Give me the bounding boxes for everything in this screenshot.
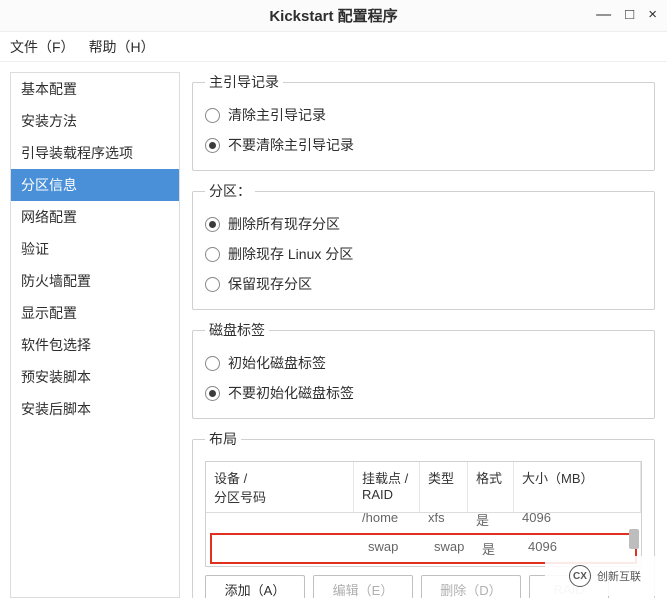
legend-disklabel: 磁盘标签 bbox=[205, 320, 269, 340]
legend-partition: 分区： bbox=[205, 181, 255, 201]
titlebar: Kickstart 配置程序 — □ × bbox=[0, 0, 667, 32]
radio-icon bbox=[205, 138, 220, 153]
col-size[interactable]: 大小（MB） bbox=[514, 462, 641, 512]
radio-part-dellinux[interactable]: 删除现存 Linux 分区 bbox=[205, 239, 642, 269]
menubar: 文件（F） 帮助（H） bbox=[0, 32, 667, 62]
col-mountpoint[interactable]: 挂载点 / RAID bbox=[354, 462, 420, 512]
cell-type: xfs bbox=[420, 513, 468, 533]
radio-icon bbox=[205, 108, 220, 123]
main: 基本配置 安装方法 引导装载程序选项 分区信息 网络配置 验证 防火墙配置 显示… bbox=[0, 62, 667, 598]
sidebar-item-partition[interactable]: 分区信息 bbox=[11, 169, 179, 201]
partition-table: 设备 / 分区号码 挂载点 / RAID 类型 格式 大小（MB） /home … bbox=[205, 461, 642, 567]
menu-file[interactable]: 文件（F） bbox=[10, 37, 75, 57]
close-icon[interactable]: × bbox=[648, 6, 657, 23]
radio-label: 不要清除主引导记录 bbox=[228, 135, 354, 155]
table-row[interactable]: /home xfs 是 4096 bbox=[206, 513, 641, 533]
radio-part-delall[interactable]: 删除所有现存分区 bbox=[205, 209, 642, 239]
sidebar-item-postscript[interactable]: 安装后脚本 bbox=[11, 393, 179, 425]
radio-dl-keep[interactable]: 不要初始化磁盘标签 bbox=[205, 378, 642, 408]
group-mbr: 主引导记录 清除主引导记录 不要清除主引导记录 bbox=[192, 72, 655, 171]
legend-mbr: 主引导记录 bbox=[205, 72, 283, 92]
delete-button[interactable]: 删除（D） bbox=[421, 575, 521, 598]
radio-icon bbox=[205, 356, 220, 371]
cell-size: 4096 bbox=[514, 513, 559, 533]
col-device[interactable]: 设备 / 分区号码 bbox=[206, 462, 354, 512]
radio-label: 不要初始化磁盘标签 bbox=[228, 383, 354, 403]
table-header: 设备 / 分区号码 挂载点 / RAID 类型 格式 大小（MB） bbox=[206, 462, 641, 513]
scrollbar-thumb-icon[interactable] bbox=[629, 529, 639, 549]
radio-label: 清除主引导记录 bbox=[228, 105, 326, 125]
radio-icon bbox=[205, 217, 220, 232]
group-disklabel: 磁盘标签 初始化磁盘标签 不要初始化磁盘标签 bbox=[192, 320, 655, 419]
sidebar-item-bootloader[interactable]: 引导装载程序选项 bbox=[11, 137, 179, 169]
cell-fmt: 是 bbox=[468, 513, 514, 533]
sidebar-item-install[interactable]: 安装方法 bbox=[11, 105, 179, 137]
radio-icon bbox=[205, 386, 220, 401]
cell-mount: /home bbox=[354, 513, 420, 533]
radio-part-keep[interactable]: 保留现存分区 bbox=[205, 269, 642, 299]
maximize-icon[interactable]: □ bbox=[625, 6, 634, 23]
cell-mount: swap bbox=[360, 535, 426, 562]
sidebar-item-firewall[interactable]: 防火墙配置 bbox=[11, 265, 179, 297]
col-format[interactable]: 格式 bbox=[468, 462, 514, 512]
radio-mbr-keep[interactable]: 不要清除主引导记录 bbox=[205, 130, 642, 160]
minimize-icon[interactable]: — bbox=[596, 6, 611, 23]
sidebar-item-basic[interactable]: 基本配置 bbox=[11, 73, 179, 105]
sidebar-item-auth[interactable]: 验证 bbox=[11, 233, 179, 265]
group-partition: 分区： 删除所有现存分区 删除现存 Linux 分区 保留现存分区 bbox=[192, 181, 655, 310]
add-button[interactable]: 添加（A） bbox=[205, 575, 305, 598]
col-type[interactable]: 类型 bbox=[420, 462, 468, 512]
legend-layout: 布局 bbox=[205, 429, 241, 449]
radio-label: 保留现存分区 bbox=[228, 274, 312, 294]
sidebar-item-prescript[interactable]: 预安装脚本 bbox=[11, 361, 179, 393]
radio-label: 删除所有现存分区 bbox=[228, 214, 340, 234]
watermark-text: 创新互联 bbox=[597, 568, 641, 584]
radio-label: 初始化磁盘标签 bbox=[228, 353, 326, 373]
content: 主引导记录 清除主引导记录 不要清除主引导记录 分区： 删除所有现存分区 删除现… bbox=[184, 62, 667, 598]
cell-device bbox=[212, 535, 360, 562]
cell-fmt: 是 bbox=[474, 535, 520, 562]
radio-label: 删除现存 Linux 分区 bbox=[228, 244, 353, 264]
cell-type: swap bbox=[426, 535, 474, 562]
sidebar-item-network[interactable]: 网络配置 bbox=[11, 201, 179, 233]
edit-button[interactable]: 编辑（E） bbox=[313, 575, 413, 598]
sidebar: 基本配置 安装方法 引导装载程序选项 分区信息 网络配置 验证 防火墙配置 显示… bbox=[10, 72, 180, 598]
radio-dl-init[interactable]: 初始化磁盘标签 bbox=[205, 348, 642, 378]
radio-mbr-clear[interactable]: 清除主引导记录 bbox=[205, 100, 642, 130]
window-controls: — □ × bbox=[596, 6, 657, 23]
watermark-logo-icon: CX bbox=[569, 565, 591, 587]
cell-device bbox=[206, 513, 354, 533]
sidebar-item-packages[interactable]: 软件包选择 bbox=[11, 329, 179, 361]
radio-icon bbox=[205, 277, 220, 292]
watermark: CX 创新互联 bbox=[545, 556, 665, 596]
radio-icon bbox=[205, 247, 220, 262]
sidebar-item-display[interactable]: 显示配置 bbox=[11, 297, 179, 329]
window-title: Kickstart 配置程序 bbox=[269, 5, 397, 26]
menu-help[interactable]: 帮助（H） bbox=[89, 37, 155, 57]
